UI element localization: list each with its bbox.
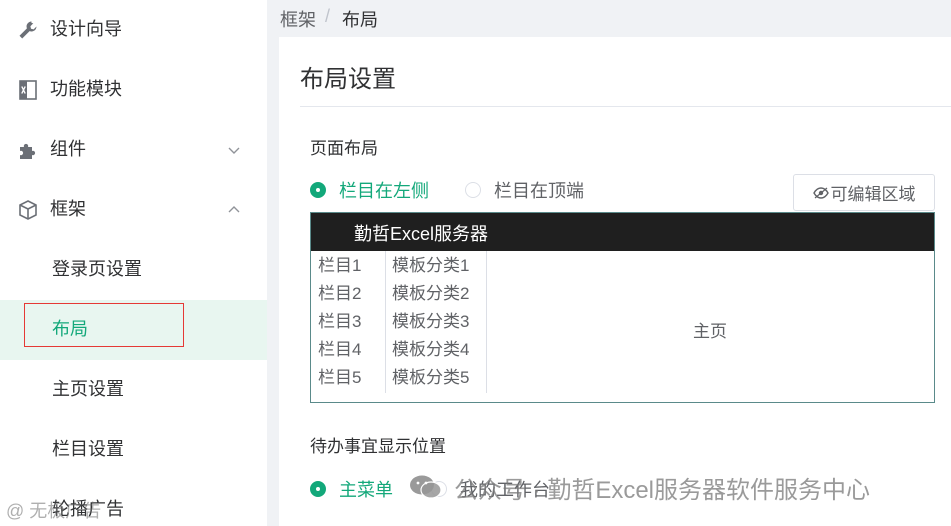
- radio-dot[interactable]: [310, 182, 326, 198]
- corner-watermark: @ 无极广告: [6, 501, 102, 521]
- preview-category-item: 模板分类3: [392, 312, 470, 331]
- breadcrumb-current: 布局: [342, 10, 378, 30]
- cube-icon: [19, 200, 37, 220]
- preview-column-item: 栏目4: [318, 340, 362, 359]
- breadcrumb: 框架 / 布局: [267, 0, 951, 37]
- sidebar-subitem-login-settings[interactable]: 登录页设置: [0, 240, 267, 300]
- radio-label: 栏目在左侧: [339, 181, 429, 201]
- radio-columns-left[interactable]: 栏目在左侧: [310, 178, 429, 202]
- sidebar: 设计向导 功能模块 组件 框架 登录页设置 布局 主页设置 栏目设置 轮播广告: [0, 0, 267, 526]
- sidebar-subitem-column-settings[interactable]: 栏目设置: [0, 420, 267, 480]
- preview-category-item: 模板分类4: [392, 340, 470, 359]
- sidebar-subitem-label: 主页设置: [52, 379, 124, 399]
- layout-gutter: [267, 0, 279, 526]
- preview-main-area-label: 主页: [693, 322, 727, 341]
- editable-area-button-label: 可编辑区域: [830, 185, 916, 204]
- layout-preview: 勤哲Excel服务器 栏目1 栏目2 栏目3 栏目4 栏目5 模板分类1 模板分…: [310, 212, 935, 403]
- radio-label: 主菜单: [339, 480, 393, 500]
- watermark-text: 公众号 · 勤哲Excel服务器软件服务中心: [454, 476, 871, 504]
- sidebar-item-label: 设计向导: [50, 19, 122, 39]
- preview-column-item: 栏目3: [318, 312, 362, 331]
- chevron-down-icon: [228, 147, 240, 154]
- preview-category-item: 模板分类5: [392, 368, 470, 387]
- preview-category-list: 模板分类1 模板分类2 模板分类3 模板分类4 模板分类5: [386, 251, 487, 393]
- radio-label: 栏目在顶端: [494, 181, 584, 201]
- sidebar-subitem-home-settings[interactable]: 主页设置: [0, 360, 267, 420]
- breadcrumb-separator: /: [325, 6, 331, 26]
- excel-module-icon: [19, 80, 37, 100]
- page-title: 布局设置: [300, 66, 396, 93]
- eye-icon: [812, 186, 829, 199]
- radio-dot[interactable]: [465, 182, 481, 198]
- chevron-up-icon: [228, 206, 240, 213]
- breadcrumb-parent[interactable]: 框架: [280, 6, 316, 32]
- sidebar-subitem-label: 登录页设置: [52, 259, 142, 279]
- radio-dot[interactable]: [310, 481, 326, 497]
- watermark: 公众号 · 勤哲Excel服务器软件服务中心: [408, 472, 871, 504]
- highlight-box: [24, 303, 184, 347]
- preview-column-item: 栏目1: [318, 256, 362, 275]
- wechat-logo-icon: [410, 475, 442, 499]
- radio-columns-top[interactable]: 栏目在顶端: [465, 178, 584, 202]
- sidebar-item-framework[interactable]: 框架: [0, 180, 267, 240]
- sidebar-item-label: 组件: [50, 139, 86, 159]
- radio-todo-main-menu[interactable]: 主菜单: [310, 477, 393, 501]
- wrench-icon: [19, 21, 37, 39]
- preview-header: 勤哲Excel服务器: [311, 213, 934, 251]
- preview-column-item: 栏目5: [318, 368, 362, 387]
- sidebar-item-design-wizard[interactable]: 设计向导: [0, 0, 267, 60]
- layout-section-label: 页面布局: [310, 139, 378, 158]
- todo-section-label: 待办事宜显示位置: [310, 437, 446, 456]
- preview-category-item: 模板分类1: [392, 256, 470, 275]
- puzzle-icon: [20, 143, 36, 159]
- editable-area-button[interactable]: 可编辑区域: [793, 174, 935, 211]
- title-divider: [300, 106, 951, 107]
- sidebar-subitem-label: 栏目设置: [52, 439, 124, 459]
- preview-column-list: 栏目1 栏目2 栏目3 栏目4 栏目5: [311, 251, 386, 393]
- preview-category-item: 模板分类2: [392, 284, 470, 303]
- sidebar-item-function-modules[interactable]: 功能模块: [0, 60, 267, 120]
- sidebar-item-label: 功能模块: [50, 79, 122, 99]
- sidebar-item-label: 框架: [50, 199, 86, 219]
- sidebar-item-components[interactable]: 组件: [0, 120, 267, 180]
- preview-header-title: 勤哲Excel服务器: [354, 224, 489, 244]
- preview-column-item: 栏目2: [318, 284, 362, 303]
- main-panel: 布局设置 页面布局 栏目在左侧 栏目在顶端 可编辑区域 勤哲Excel服务器 栏…: [279, 37, 951, 526]
